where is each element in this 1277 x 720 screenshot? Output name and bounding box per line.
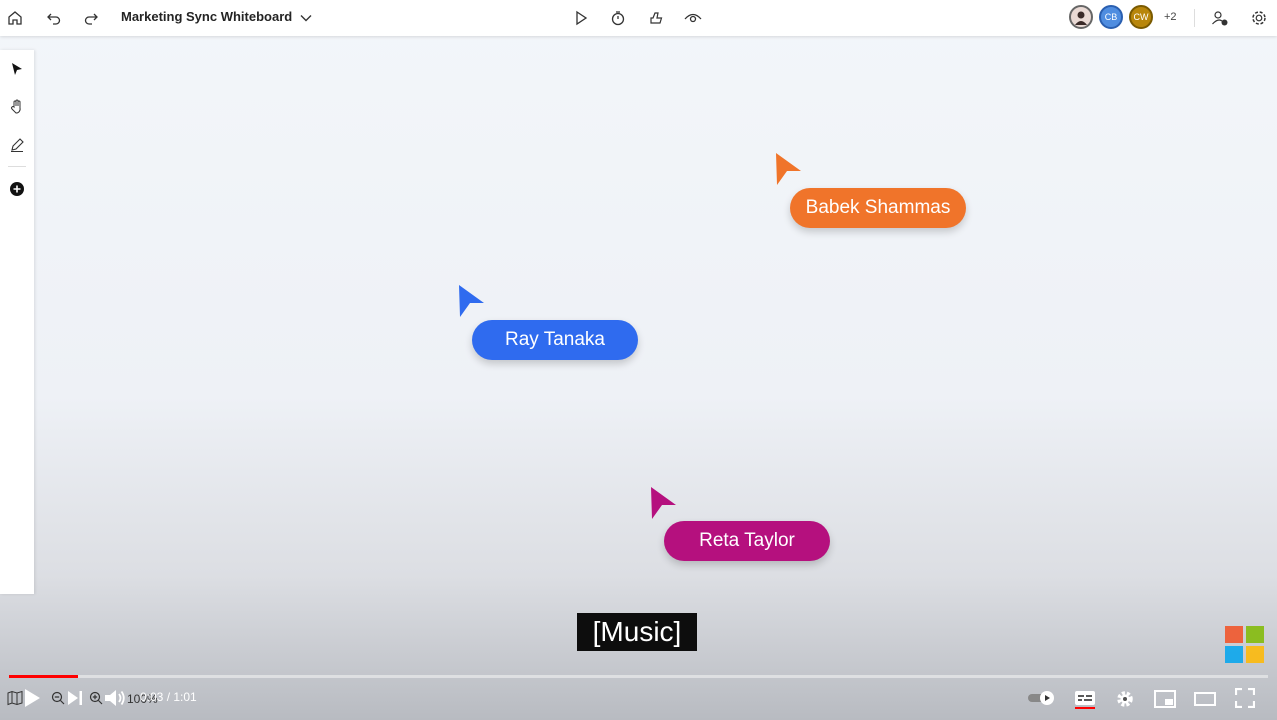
select-tool-icon[interactable] <box>5 57 29 81</box>
collaborator-cursor-icon <box>651 487 676 519</box>
hand-tool-icon[interactable] <box>5 95 29 119</box>
collaborator-name-tag: Ray Tanaka <box>472 320 638 360</box>
play-icon[interactable] <box>569 6 593 30</box>
add-icon[interactable] <box>5 177 29 201</box>
video-time: 0:03 / 1:01 <box>140 690 197 704</box>
next-button[interactable] <box>64 688 86 708</box>
settings-icon[interactable] <box>1247 6 1271 30</box>
settings-gear-icon[interactable] <box>1114 688 1136 710</box>
chevron-down-icon[interactable] <box>294 6 318 30</box>
collaborator-name: Ray Tanaka <box>505 329 605 350</box>
undo-icon[interactable] <box>42 6 66 30</box>
collaborator-name-tag: Reta Taylor <box>664 521 830 561</box>
video-duration: 1:01 <box>173 690 197 704</box>
subtitles-icon[interactable] <box>1073 688 1097 710</box>
view-icon[interactable] <box>681 6 705 30</box>
reaction-icon[interactable] <box>644 6 668 30</box>
collaborator-cursor-icon <box>776 153 801 185</box>
volume-icon[interactable] <box>102 686 128 710</box>
video-caption: [Music] <box>577 613 697 651</box>
participant-avatar[interactable] <box>1069 5 1093 29</box>
tool-panel <box>0 50 34 594</box>
pen-tool-icon[interactable] <box>5 133 29 157</box>
current-time: 0:03 <box>140 690 164 704</box>
collaborator-name: Babek Shammas <box>805 197 951 218</box>
participant-avatar[interactable]: CW <box>1129 5 1153 29</box>
avatar-initials: CW <box>1133 12 1149 22</box>
avatar-initials: CB <box>1104 12 1118 22</box>
toolbar-divider <box>1194 9 1195 27</box>
theater-mode-icon[interactable] <box>1193 689 1217 709</box>
collaborator-name-tag: Babek Shammas <box>790 188 966 228</box>
redo-icon[interactable] <box>79 6 103 30</box>
tool-divider <box>8 166 26 167</box>
miniplayer-icon[interactable] <box>1153 688 1177 710</box>
time-separator: / <box>163 690 174 704</box>
video-progress-bar[interactable] <box>9 675 1268 678</box>
microsoft-logo-icon <box>1225 626 1265 664</box>
timer-icon[interactable] <box>606 6 630 30</box>
whiteboard-toolbar: Marketing Sync Whiteboard CB CW +2 <box>0 0 1277 36</box>
whiteboard-canvas[interactable] <box>0 0 1277 720</box>
fullscreen-icon[interactable] <box>1233 687 1257 709</box>
home-icon[interactable] <box>3 6 27 30</box>
video-progress-played <box>9 675 79 678</box>
more-participants-count[interactable]: +2 <box>1164 11 1177 23</box>
caption-text: [Music] <box>592 616 682 647</box>
autoplay-toggle[interactable] <box>1027 690 1057 706</box>
whiteboard-title[interactable]: Marketing Sync Whiteboard <box>121 9 292 24</box>
collaborator-cursor-icon <box>459 285 484 317</box>
participant-avatar[interactable]: CB <box>1099 5 1123 29</box>
collaborator-name: Reta Taylor <box>699 530 795 551</box>
share-people-icon[interactable] <box>1208 6 1232 30</box>
play-button[interactable] <box>20 686 44 710</box>
